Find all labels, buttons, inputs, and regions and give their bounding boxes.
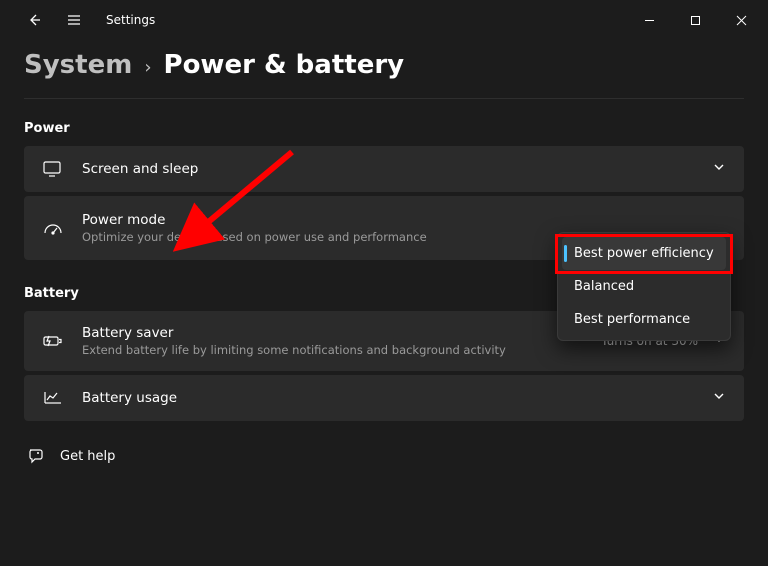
gauge-icon — [42, 220, 64, 236]
page-title: Power & battery — [164, 50, 405, 80]
dropdown-option-label: Balanced — [574, 279, 634, 294]
dropdown-option-best-performance[interactable]: Best performance — [562, 303, 726, 336]
dropdown-option-best-power-efficiency[interactable]: Best power efficiency — [562, 237, 726, 270]
titlebar-left: Settings — [4, 2, 155, 38]
get-help-link[interactable]: Get help — [24, 447, 744, 465]
section-header-power: Power — [24, 121, 744, 136]
hamburger-icon — [66, 12, 82, 28]
chevron-down-icon — [712, 389, 726, 407]
row-title: Power mode — [82, 212, 427, 228]
close-button[interactable] — [718, 0, 764, 40]
help-icon — [26, 447, 46, 465]
battery-saver-icon — [42, 334, 64, 348]
menu-button[interactable] — [56, 2, 92, 38]
row-battery-usage[interactable]: Battery usage — [24, 375, 744, 421]
close-icon — [736, 15, 747, 26]
row-title: Battery saver — [82, 325, 506, 341]
minimize-button[interactable] — [626, 0, 672, 40]
maximize-button[interactable] — [672, 0, 718, 40]
back-button[interactable] — [16, 2, 52, 38]
help-label: Get help — [60, 449, 115, 464]
chevron-down-icon — [712, 160, 726, 178]
breadcrumb: System › Power & battery — [24, 40, 744, 99]
window-controls — [626, 0, 764, 40]
row-subtitle: Optimize your device based on power use … — [82, 230, 427, 244]
maximize-icon — [690, 15, 701, 26]
dropdown-option-balanced[interactable]: Balanced — [562, 270, 726, 303]
row-screen-and-sleep[interactable]: Screen and sleep — [24, 146, 744, 192]
minimize-icon — [644, 15, 655, 26]
row-subtitle: Extend battery life by limiting some not… — [82, 343, 506, 357]
dropdown-option-label: Best performance — [574, 312, 690, 327]
arrow-left-icon — [26, 12, 42, 28]
breadcrumb-parent[interactable]: System — [24, 50, 132, 80]
row-title: Battery usage — [82, 390, 177, 406]
chart-line-icon — [42, 391, 64, 405]
window-title: Settings — [106, 13, 155, 27]
breadcrumb-separator: › — [144, 57, 151, 78]
monitor-icon — [42, 161, 64, 177]
row-title: Screen and sleep — [82, 161, 198, 177]
titlebar: Settings — [0, 0, 768, 40]
dropdown-option-label: Best power efficiency — [574, 246, 714, 261]
power-mode-dropdown: Best power efficiency Balanced Best perf… — [557, 232, 731, 341]
